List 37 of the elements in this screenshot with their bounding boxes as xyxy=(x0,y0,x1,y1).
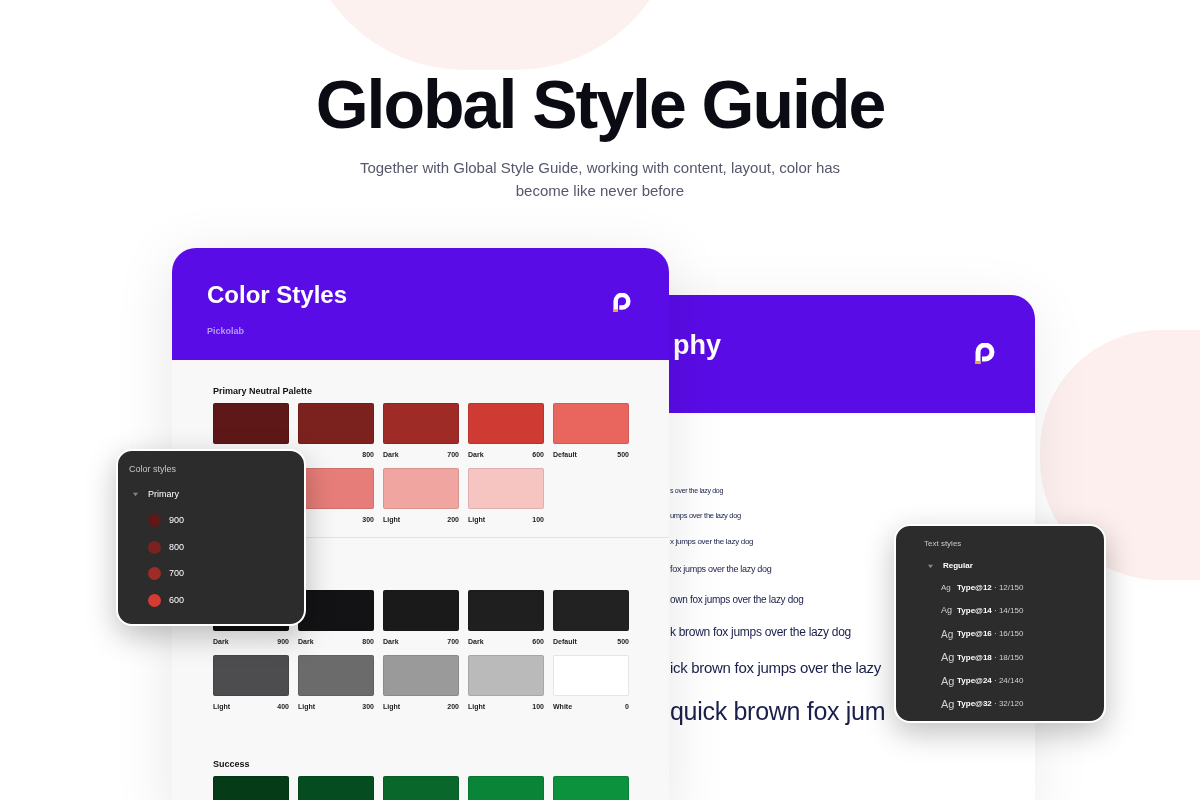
color-style-item[interactable]: 600 xyxy=(169,593,185,607)
caret-icon[interactable] xyxy=(928,563,933,569)
type-sample: Ag xyxy=(941,650,952,666)
text-style-item[interactable]: Type@18 · 18/150 xyxy=(957,651,1024,664)
sample-text: own fox jumps over the lazy dog xyxy=(670,593,804,607)
sample-text: quick brown fox jum xyxy=(670,696,886,728)
panel-title: Text styles xyxy=(924,538,963,550)
group-label[interactable]: Primary xyxy=(148,488,179,502)
sample-text: k brown fox jumps over the lazy dog xyxy=(670,623,851,641)
color-style-item[interactable]: 800 xyxy=(169,540,185,554)
sample-text: fox jumps over the lazy dog xyxy=(670,562,772,576)
card-title: Color Styles xyxy=(207,281,348,309)
sample-text: ick brown fox jumps over the lazy xyxy=(670,657,882,678)
type-sample: Ag xyxy=(941,604,952,618)
palette-title: Success xyxy=(213,759,251,769)
type-sample: Ag xyxy=(941,627,952,642)
text-style-item[interactable]: Type@32 · 32/120 xyxy=(957,698,1024,711)
group-label[interactable]: Regular xyxy=(943,560,973,572)
type-sample: Ag xyxy=(941,581,952,594)
card-title: phy xyxy=(673,329,721,361)
text-style-item[interactable]: Type@24 · 24/140 xyxy=(957,674,1024,687)
type-sample: Ag xyxy=(941,696,952,712)
color-style-item[interactable]: 900 xyxy=(169,514,185,528)
logo-icon xyxy=(613,293,631,313)
text-style-item[interactable]: Type@12 · 12/150 xyxy=(957,581,1024,594)
text-style-item[interactable]: Type@14 · 14/150 xyxy=(957,604,1024,617)
logo-icon xyxy=(975,343,995,365)
caret-icon[interactable] xyxy=(133,492,138,498)
type-sample: Ag xyxy=(941,673,952,689)
page-subtitle: Together with Global Style Guide, working with content, layout, color has become like never before xyxy=(358,158,842,201)
panel-title: Color styles xyxy=(129,463,177,475)
card-subtitle: Pickolab xyxy=(207,325,245,338)
palette-title: Primary Neutral Palette xyxy=(213,386,314,396)
page-title: Global Style Guide xyxy=(315,65,885,144)
color-style-item[interactable]: 700 xyxy=(169,567,185,581)
text-style-item[interactable]: Type@16 · 16/150 xyxy=(957,628,1024,641)
sample-text: x jumps over the lazy dog xyxy=(670,535,754,548)
